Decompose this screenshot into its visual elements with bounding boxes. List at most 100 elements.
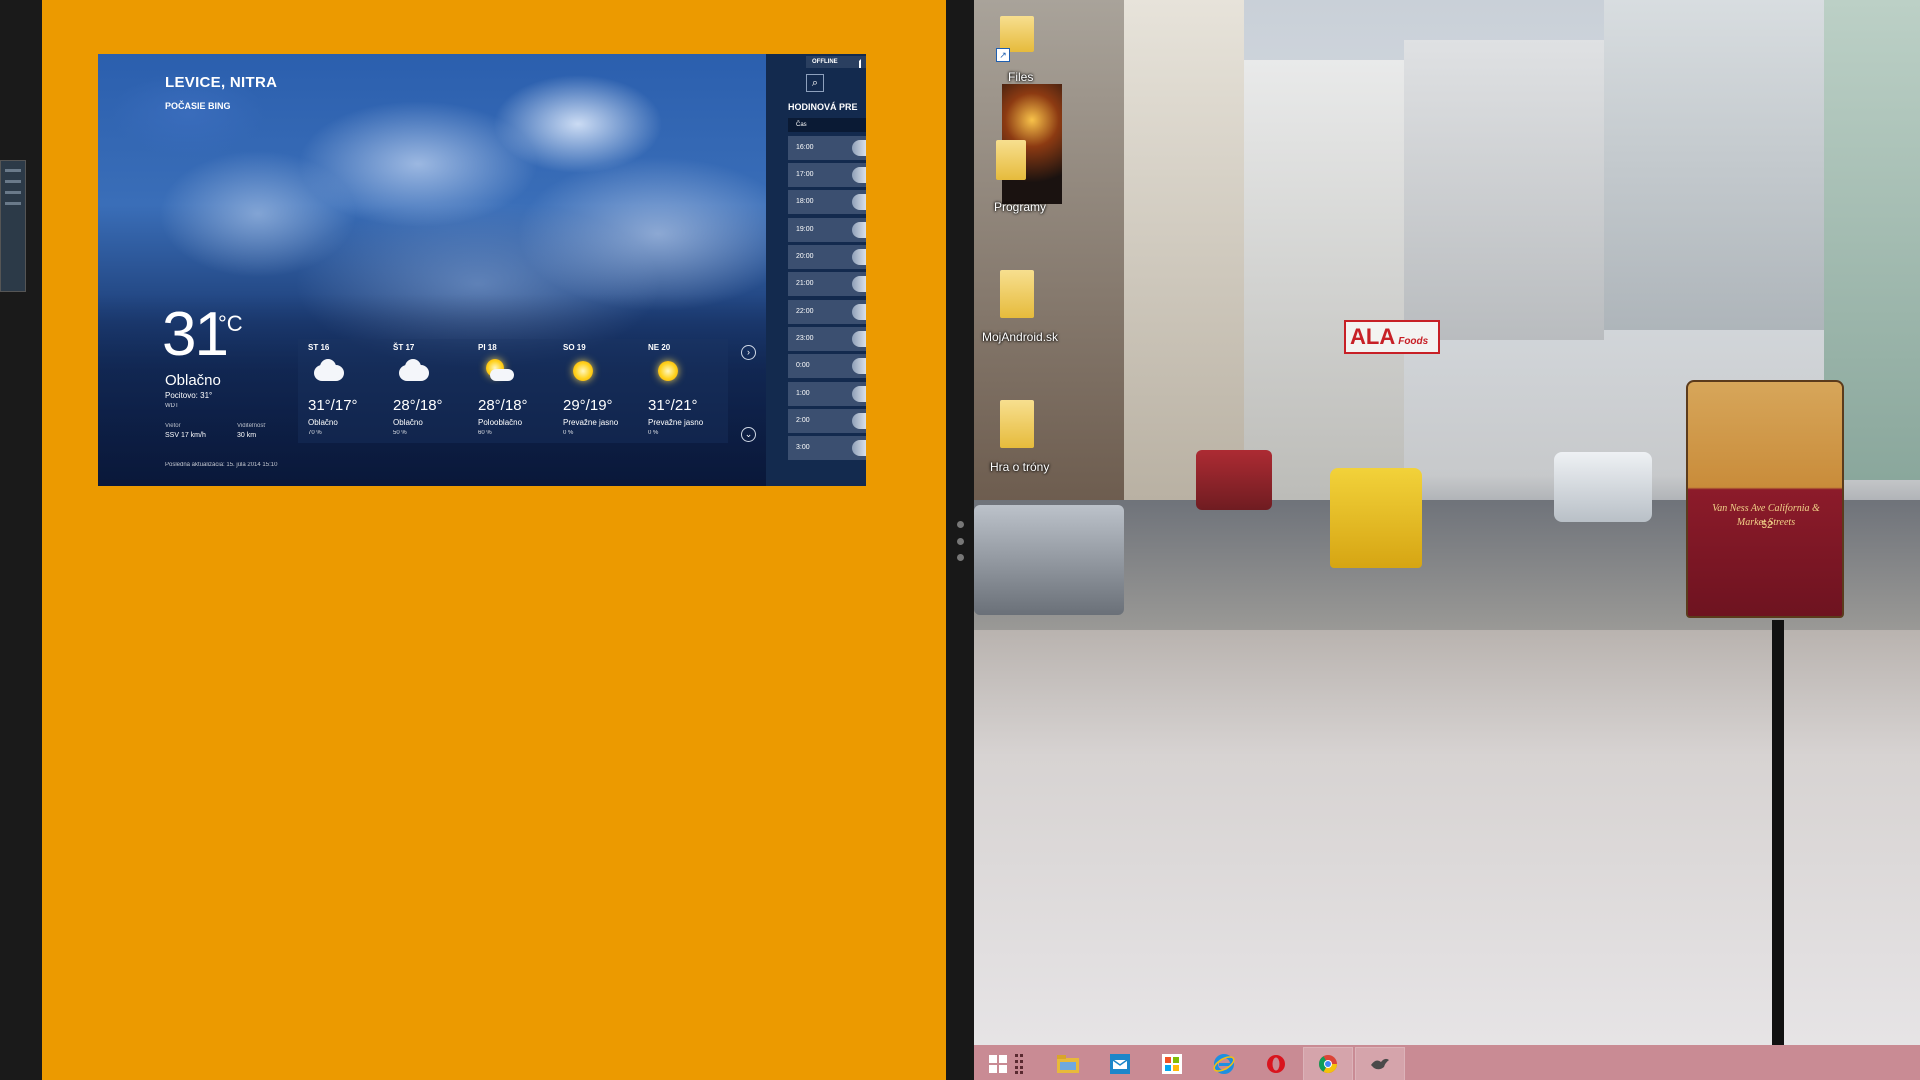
folder-icon (1000, 400, 1034, 448)
forecast-temps: 31°/21° (648, 397, 698, 414)
hourly-row: 18:00 (788, 190, 866, 214)
hourly-row: 17:00 (788, 163, 866, 187)
last-updated: Posledná aktualizácia: 15. júla 2014 15:… (165, 462, 278, 468)
chrome-icon[interactable] (1303, 1047, 1353, 1080)
cable-car-number: 52 (1761, 520, 1773, 531)
hourly-row: 16:00 (788, 136, 866, 160)
signal-icon (852, 59, 861, 68)
forecast-day[interactable]: ST 16 31°/17° Oblačno 70 % (298, 339, 382, 443)
forecast-temps: 31°/17° (308, 397, 358, 414)
hourly-time: 2:00 (796, 417, 810, 424)
wallpaper-cable-car: Van Ness Ave California & Market Streets… (1686, 380, 1844, 618)
forecast-rain: 60 % (478, 430, 492, 436)
forecast-day-name: ST 16 (308, 343, 330, 352)
visibility-label: Viditeľnosť (237, 423, 266, 429)
forecast-day-name: SO 19 (563, 343, 586, 352)
forecast-day[interactable]: NE 20 31°/21° Prevažne jasno 0 % (638, 339, 722, 443)
folder-icon (1000, 270, 1034, 318)
shortcut-arrow-icon: ↗ (996, 48, 1010, 62)
wind-value: SSV 17 km/h (165, 432, 206, 439)
hourly-row: 21:00 (788, 272, 866, 296)
daily-forecast: ST 16 31°/17° Oblačno 70 % ŠT 17 28°/18°… (298, 339, 728, 443)
windows-store-icon[interactable] (1148, 1048, 1196, 1080)
hourly-time: 23:00 (796, 335, 814, 342)
forecast-rain: 0 % (563, 430, 574, 436)
desktop-icon-programy[interactable] (996, 84, 1062, 204)
temperature-unit[interactable]: °C (218, 311, 243, 337)
internet-explorer-icon[interactable] (1200, 1048, 1248, 1080)
forecast-temps: 28°/18° (478, 397, 528, 414)
opera-icon[interactable] (1252, 1048, 1300, 1080)
forecast-temps: 28°/18° (393, 397, 443, 414)
bird-app-icon[interactable] (1355, 1047, 1405, 1080)
forecast-temps: 29°/19° (563, 397, 613, 414)
moon-icon (852, 440, 866, 456)
folder-icon (996, 140, 1026, 180)
forecast-desc: Oblačno (308, 418, 338, 427)
weather-app-window: LEVICE, NITRA POČASIE BING 31 °C Oblačno… (98, 54, 866, 486)
hourly-row: 2:00 (788, 409, 866, 433)
hourly-time: 3:00 (796, 444, 810, 451)
hourly-row: 0:00 (788, 354, 866, 378)
hourly-row: 19:00 (788, 218, 866, 242)
wallpaper-cable-slot (1772, 620, 1784, 1050)
forecast-rain: 0 % (648, 430, 659, 436)
hourly-time: 0:00 (796, 362, 810, 369)
desktop-icon-hra-o-trony[interactable] (996, 400, 1038, 452)
partly-cloudy-icon (478, 357, 518, 387)
hourly-time: 16:00 (796, 144, 814, 151)
forecast-desc: Prevažne jasno (563, 418, 619, 427)
hourly-row: 20:00 (788, 245, 866, 269)
feels-like: Pocitovo: 31° (165, 391, 213, 400)
cloud-icon (308, 357, 348, 387)
desktop-icon-label[interactable]: Hra o tróny (990, 460, 1049, 474)
billboard-subtext: Foods (1398, 336, 1429, 347)
moon-icon (852, 413, 866, 429)
desktop-icon-files[interactable]: ↗ (996, 14, 1038, 66)
forecast-day[interactable]: ŠT 17 28°/18° Oblačno 50 % (383, 339, 467, 443)
sun-icon (563, 357, 603, 387)
desktop-icon-mojandroid[interactable] (996, 270, 1038, 322)
moon-icon (852, 386, 866, 402)
hourly-time: 19:00 (796, 226, 814, 233)
weather-station: WDT (165, 403, 179, 409)
forecast-rain: 70 % (308, 430, 322, 436)
forecast-day[interactable]: SO 19 29°/19° Prevažne jasno 0 % (553, 339, 637, 443)
arrow-down-circle-icon[interactable]: ⌄ (741, 427, 756, 442)
desktop-icon-label[interactable]: MojAndroid.sk (982, 330, 1058, 344)
cloud-icon (393, 357, 433, 387)
hourly-time: 22:00 (796, 308, 814, 315)
visibility-value: 30 km (237, 432, 257, 439)
cloud-icon (852, 276, 866, 292)
search-icon[interactable]: ⌕ (806, 74, 824, 92)
snapped-app-thumbnail[interactable] (0, 160, 26, 292)
wallpaper-car (1196, 450, 1272, 510)
current-condition: Oblačno (165, 372, 221, 389)
desktop: ALA Foods Van Ness Ave California & Marke… (974, 0, 1920, 1080)
outlook-icon[interactable] (1096, 1048, 1144, 1080)
wallpaper-building (1244, 60, 1404, 500)
moon-icon (852, 358, 866, 374)
wallpaper-billboard: ALA Foods (1344, 320, 1440, 354)
hourly-column-header: Čas (788, 118, 866, 132)
forecast-day[interactable]: PI 18 28°/18° Polooblačno 60 % (468, 339, 552, 443)
hourly-row: 1:00 (788, 382, 866, 406)
apps-grip-icon[interactable] (1008, 1048, 1030, 1080)
weather-source: POČASIE BING (165, 101, 231, 111)
split-divider-grip[interactable] (955, 521, 965, 561)
forecast-day-name: ŠT 17 (393, 343, 415, 352)
hourly-row: 23:00 (788, 327, 866, 351)
desktop-icon-label[interactable]: Programy (994, 200, 1046, 214)
wallpaper-building (1124, 0, 1244, 500)
arrow-right-circle-icon[interactable]: › (741, 345, 756, 360)
desktop-icon-label[interactable]: Files (1008, 70, 1033, 84)
wallpaper-building (1604, 0, 1824, 330)
forecast-rain: 50 % (393, 430, 407, 436)
moon-icon (852, 331, 866, 347)
forecast-desc: Oblačno (393, 418, 423, 427)
weather-location[interactable]: LEVICE, NITRA (165, 74, 277, 91)
hourly-row: 3:00 (788, 436, 866, 460)
wallpaper-car (974, 505, 1124, 615)
hourly-time: 20:00 (796, 253, 814, 260)
file-explorer-icon[interactable] (1044, 1048, 1092, 1080)
